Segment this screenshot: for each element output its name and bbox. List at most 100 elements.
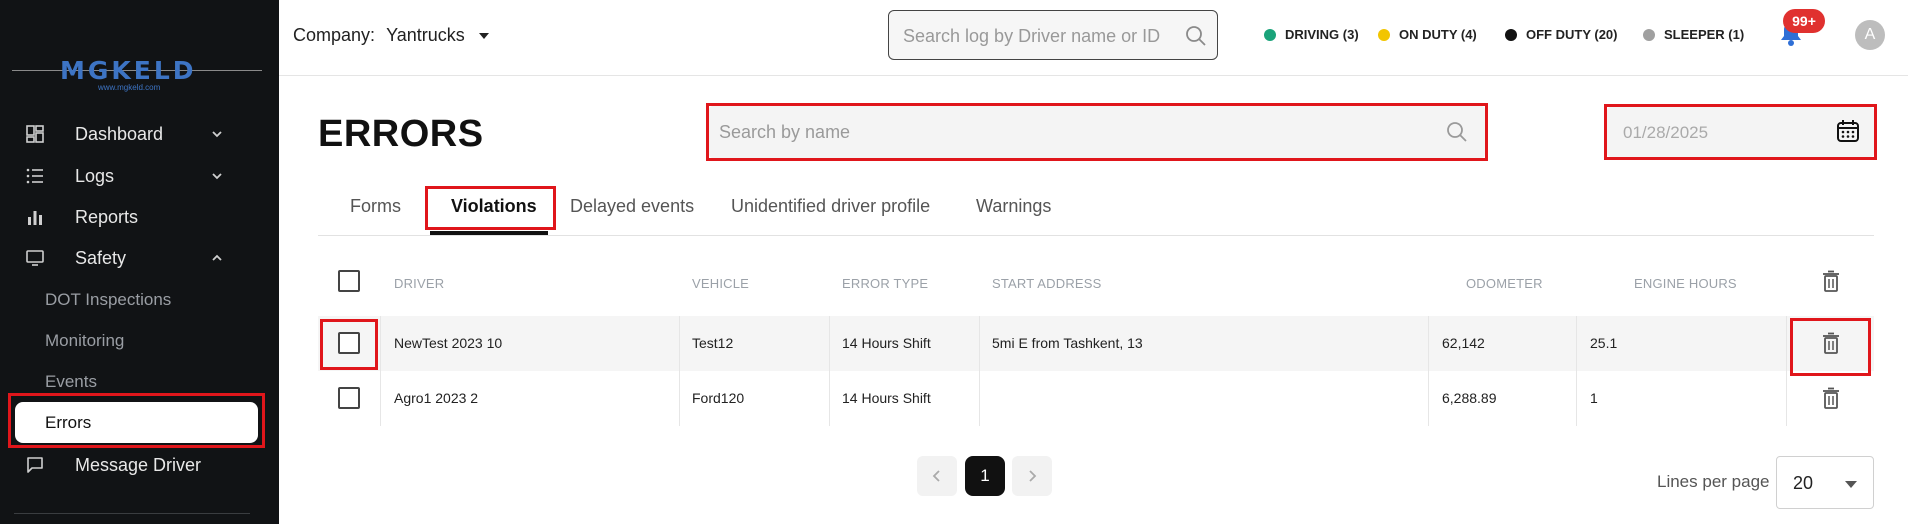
monitor-icon xyxy=(26,250,44,266)
table-row[interactable]: Agro1 2023 2 Ford120 14 Hours Shift 6,28… xyxy=(318,371,1874,426)
sidebar-item-events[interactable]: Events xyxy=(0,363,279,401)
next-page-button[interactable] xyxy=(1012,456,1052,496)
tab-unidentified-driver-profile[interactable]: Unidentified driver profile xyxy=(731,196,930,217)
status-driving[interactable]: DRIVING (3) xyxy=(1264,27,1359,42)
sidebar-item-reports[interactable]: Reports xyxy=(0,197,279,237)
row-checkbox[interactable] xyxy=(338,332,360,354)
table-header: DRIVER VEHICLE ERROR TYPE START ADDRESS … xyxy=(318,254,1874,309)
cell-divider xyxy=(1428,316,1429,371)
column-header: ODOMETER xyxy=(1466,276,1543,291)
sidebar-item-safety[interactable]: Safety xyxy=(0,238,279,278)
sidebar-item-message-driver[interactable]: Message Driver xyxy=(0,445,279,485)
cell-divider xyxy=(679,316,680,371)
status-on-duty[interactable]: ON DUTY (4) xyxy=(1378,27,1477,42)
error-tabs: Forms Violations Delayed events Unidenti… xyxy=(318,190,1874,236)
cell-divider xyxy=(979,316,980,371)
cell-divider xyxy=(380,316,381,371)
chevron-down-icon xyxy=(212,173,222,180)
status-label: OFF DUTY (20) xyxy=(1526,27,1618,42)
cell-odometer: 62,142 xyxy=(1442,335,1485,351)
cell-vehicle: Ford120 xyxy=(692,390,745,406)
cell-divider xyxy=(1786,371,1787,426)
driver-log-search-input[interactable] xyxy=(903,23,1173,49)
column-header: START ADDRESS xyxy=(992,276,1102,291)
tab-forms[interactable]: Forms xyxy=(350,196,401,217)
trash-icon[interactable] xyxy=(1821,332,1841,354)
column-header: VEHICLE xyxy=(692,276,750,291)
caret-down-icon[interactable] xyxy=(479,33,489,39)
table-row[interactable]: NewTest 2023 10 Test12 14 Hours Shift 5m… xyxy=(318,316,1874,371)
name-search xyxy=(709,106,1485,158)
cell-start-address: 5mi E from Tashkent, 13 xyxy=(992,335,1143,351)
cell-divider xyxy=(380,371,381,426)
tab-warnings[interactable]: Warnings xyxy=(976,196,1051,217)
prev-page-button[interactable] xyxy=(917,456,957,496)
sidebar-item-dot-inspections[interactable]: DOT Inspections xyxy=(0,281,279,319)
sidebar-item-label: Dashboard xyxy=(75,123,164,144)
cell-divider xyxy=(829,316,830,371)
column-header: ENGINE HOURS xyxy=(1634,276,1737,291)
active-tab-indicator xyxy=(430,231,548,235)
bar-chart-icon xyxy=(28,211,42,225)
lines-per-page-label: Lines per page xyxy=(1657,472,1770,491)
sidebar: MGKELD www.mgkeld.com Dashboard Logs Rep… xyxy=(0,0,279,524)
name-search-input[interactable] xyxy=(719,119,1419,145)
status-off-duty[interactable]: OFF DUTY (20) xyxy=(1505,27,1618,42)
cell-divider xyxy=(1786,316,1787,371)
cell-divider xyxy=(829,371,830,426)
page-number[interactable]: 1 xyxy=(965,456,1005,496)
caret-down-icon xyxy=(1845,481,1857,488)
status-label: ON DUTY (4) xyxy=(1399,27,1477,42)
logo-subtext: www.mgkeld.com xyxy=(98,83,161,92)
dashboard-icon xyxy=(26,125,44,143)
status-dot xyxy=(1643,28,1655,41)
sidebar-item-dashboard[interactable]: Dashboard xyxy=(0,114,279,154)
sidebar-item-label: Reports xyxy=(75,206,139,227)
message-icon xyxy=(27,457,43,473)
cell-driver: Agro1 2023 2 xyxy=(394,390,479,406)
chevron-down-icon xyxy=(212,131,222,138)
tab-delayed-events[interactable]: Delayed events xyxy=(570,196,694,217)
search-icon[interactable] xyxy=(1185,25,1207,47)
date-input[interactable] xyxy=(1623,120,1823,146)
trash-icon[interactable] xyxy=(1821,270,1841,292)
sidebar-item-label: DOT Inspections xyxy=(45,290,172,309)
cell-error-type: 14 Hours Shift xyxy=(842,390,931,406)
status-dot xyxy=(1505,28,1517,41)
cell-odometer: 6,288.89 xyxy=(1442,390,1497,406)
cell-divider xyxy=(1576,316,1577,371)
row-checkbox[interactable] xyxy=(338,387,360,409)
calendar-icon[interactable] xyxy=(1835,118,1861,144)
sidebar-item-label: Errors xyxy=(45,412,92,432)
select-all-checkbox[interactable] xyxy=(338,270,360,292)
sidebar-item-errors[interactable]: Errors xyxy=(15,402,258,443)
notification-badge: 99+ xyxy=(1783,9,1825,33)
company-selector[interactable]: Company: Yantrucks xyxy=(293,25,465,46)
avatar[interactable]: A xyxy=(1855,20,1885,50)
chevron-left-icon xyxy=(932,470,940,482)
column-header: ERROR TYPE xyxy=(842,276,929,291)
status-dot xyxy=(1264,28,1276,41)
lines-per-page-select[interactable]: 20 xyxy=(1776,456,1874,509)
cell-divider xyxy=(1576,371,1577,426)
logo-text: MGKELD xyxy=(60,56,197,85)
sidebar-divider xyxy=(14,513,250,514)
sidebar-item-label: Logs xyxy=(75,165,115,186)
column-header: DRIVER xyxy=(394,276,445,291)
sidebar-item-label: Safety xyxy=(75,247,127,268)
search-icon[interactable] xyxy=(1446,121,1468,143)
tab-violations[interactable]: Violations xyxy=(451,196,537,217)
cell-vehicle: Test12 xyxy=(692,335,734,351)
lines-per-page-value: 20 xyxy=(1793,473,1814,493)
chevron-up-icon xyxy=(212,254,222,261)
sidebar-item-monitoring[interactable]: Monitoring xyxy=(0,322,279,360)
chevron-right-icon xyxy=(1029,470,1037,482)
trash-icon[interactable] xyxy=(1821,387,1841,409)
status-dot xyxy=(1378,28,1390,41)
cell-divider xyxy=(979,371,980,426)
sidebar-item-logs[interactable]: Logs xyxy=(0,156,279,196)
date-picker xyxy=(1607,107,1874,157)
cell-divider xyxy=(1428,371,1429,426)
cell-engine-hours: 25.1 xyxy=(1590,335,1618,351)
status-sleeper[interactable]: SLEEPER (1) xyxy=(1643,27,1744,42)
